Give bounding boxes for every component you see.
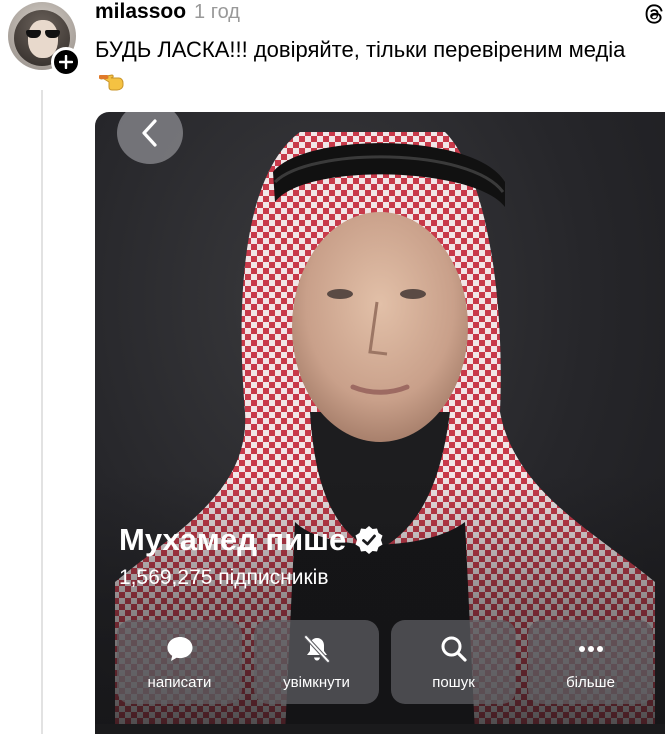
more-button[interactable]: більше [528,620,653,704]
plus-icon [59,55,73,69]
post-body: БУДЬ ЛАСКА!!! довіряйте, тільки перевіре… [95,37,626,62]
media-screenshot[interactable]: Мухамед пише 1,569,275 підписників напис… [95,112,665,734]
notifications-button[interactable]: увімкнути [254,620,379,704]
search-label: пошук [432,673,475,691]
message-label: написати [147,673,212,691]
post-time: 1 год [194,1,240,23]
verified-badge-icon [355,526,383,554]
search-icon [441,636,467,662]
profile-name-row: Мухамед пише [119,522,384,558]
thread-line [41,90,43,734]
threads-logo-icon[interactable] [642,2,665,26]
post-text: БУДЬ ЛАСКА!!! довіряйте, тільки перевіре… [95,34,655,96]
chevron-left-icon [142,119,157,147]
post-header: milassoo 1 год [95,0,240,26]
profile-actions: написати увімкнути пошук більше [117,620,653,704]
follow-plus-button[interactable] [51,47,81,77]
more-icon [578,645,603,652]
bell-off-icon [303,634,330,663]
bottom-strip [95,724,665,734]
message-bubble-icon [167,636,192,661]
profile-name: Мухамед пише [119,522,347,557]
avatar-sunglasses [26,30,60,38]
message-button[interactable]: написати [117,620,242,704]
followers-count: 1,569,275 підписників [119,566,329,589]
username[interactable]: milassoo [95,0,186,24]
more-label: більше [566,673,615,691]
pointing-hand-icon [99,74,124,91]
search-button[interactable]: пошук [391,620,516,704]
notifications-label: увімкнути [283,673,350,691]
